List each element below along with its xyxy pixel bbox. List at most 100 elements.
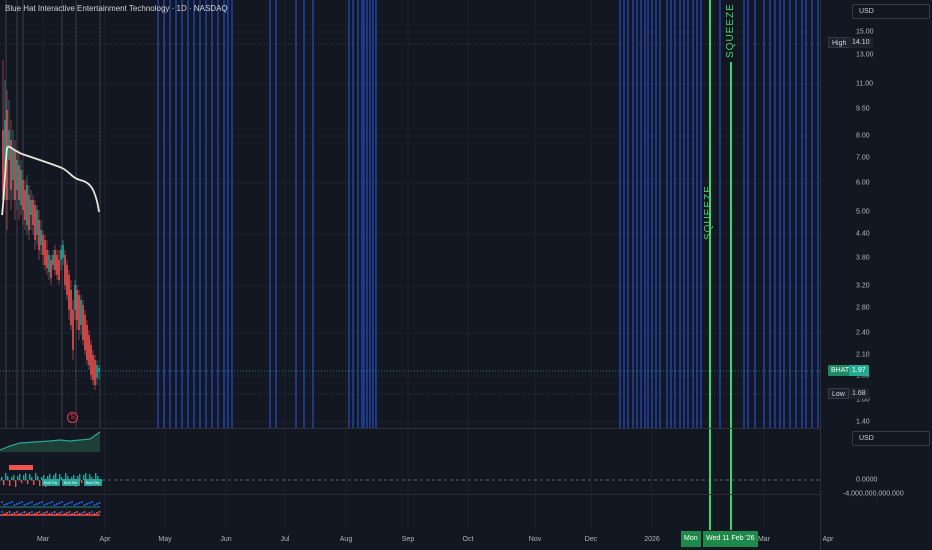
candle-body (64, 255, 66, 285)
indicator-dot (73, 504, 76, 506)
candle-body (88, 335, 90, 365)
histogram-bar (19, 474, 21, 480)
histogram-bar (37, 476, 39, 480)
indicator-dot (63, 504, 66, 506)
histogram-bar (11, 477, 13, 480)
indicator-dot (88, 512, 91, 514)
candle-body (84, 315, 86, 350)
histogram-bar (15, 480, 17, 487)
month-label: Jul (280, 536, 290, 543)
indicator-dot (78, 502, 81, 504)
price-tick: 9.50 (856, 105, 870, 113)
candle-body (24, 190, 26, 220)
indicator-dot (6, 512, 8, 514)
squeeze-label: SQUEEZE (703, 185, 714, 240)
squeeze-label: SQUEEZE (725, 3, 736, 58)
indicator-dot (13, 512, 16, 514)
candle-body (36, 210, 38, 235)
indicator-currency-selector[interactable]: USD (852, 431, 930, 446)
candle-body (52, 255, 54, 265)
candle-body (78, 295, 80, 330)
indicator-dot (53, 504, 56, 506)
candle-body (20, 170, 22, 205)
indicator-dot (93, 504, 96, 506)
price-tick: 8.00 (856, 132, 870, 140)
indicator-dot (61, 511, 63, 513)
month-label: Sep (401, 536, 415, 543)
low-label: Low (828, 388, 849, 399)
price-tick: 1.40 (856, 418, 870, 426)
month-label: Mar (757, 536, 771, 543)
candle-body (44, 240, 46, 265)
indicator-dot (43, 512, 46, 514)
indicator-dot (11, 501, 13, 503)
candle-body (28, 195, 30, 230)
candle-body (60, 250, 62, 260)
histogram-bar (81, 480, 83, 483)
price-tick: 6.00 (856, 179, 870, 187)
indicator-dot (66, 503, 68, 505)
histogram-bar (3, 480, 5, 485)
indicator-dot (13, 504, 16, 506)
histogram-bar (31, 477, 33, 480)
indicator-dot (21, 512, 23, 514)
chart-canvas[interactable] (0, 0, 932, 550)
candle-body (70, 290, 72, 325)
candle-body (96, 365, 98, 378)
candle-body (74, 285, 76, 310)
indicator-dot (56, 503, 58, 505)
month-label: Apr (99, 536, 111, 543)
indicator-area (0, 432, 100, 452)
histogram-bar (23, 475, 25, 480)
price-tick: 11.00 (856, 80, 873, 88)
candle-body (82, 305, 84, 340)
histogram-bar (29, 474, 31, 480)
indicator-dot (58, 512, 61, 514)
pane-separator[interactable] (0, 428, 820, 429)
candle-body (42, 235, 44, 255)
indicator-dot (31, 501, 33, 503)
dividend-marker[interactable]: S (67, 412, 78, 423)
indicator-dot (26, 503, 28, 505)
indicator-dot (91, 511, 93, 513)
indicator-dot (31, 511, 33, 513)
bull-div-badge: Bull Div (62, 479, 80, 486)
indicator-dot (28, 502, 31, 504)
indicator-dot (1, 501, 3, 503)
currency-selector[interactable]: USD (852, 4, 930, 19)
indicator-dot (71, 501, 73, 503)
price-tick: 15.00 (856, 28, 874, 36)
candle-body (26, 185, 28, 225)
indicator-dot (83, 511, 86, 513)
histogram-bar (13, 475, 15, 480)
indicator-dot (18, 502, 21, 504)
indicator-dot (83, 504, 86, 506)
histogram-bar (25, 473, 27, 480)
indicator-dot (76, 511, 78, 513)
chart-root[interactable]: Blue Hat Interactive Entertainment Techn… (0, 0, 932, 550)
indicator-dot (8, 502, 11, 504)
indicator-zero-value: 0.0000 (856, 476, 878, 484)
candle-body (72, 310, 74, 350)
month-label: Nov (528, 536, 542, 543)
indicator-neg-value: -4,000,000,000.000 (843, 490, 904, 498)
indicator-dot (28, 512, 31, 514)
indicator-dot (1, 511, 3, 513)
candle-body (38, 220, 40, 250)
histogram-bar (27, 480, 29, 484)
indicator-dot (68, 502, 71, 504)
indicator-dot (81, 512, 83, 514)
indicator-dot (23, 511, 26, 513)
month-label: Dec (584, 536, 598, 543)
month-label: Oct (462, 536, 474, 543)
price-axis[interactable] (820, 0, 932, 550)
indicator-dot (43, 504, 46, 506)
pane-separator[interactable] (0, 494, 820, 495)
price-tick: 4.40 (856, 230, 870, 238)
candle-body (58, 260, 60, 280)
histogram-bar (1, 477, 3, 480)
candle-body (68, 275, 70, 310)
indicator-dot (61, 501, 63, 503)
chart-title: Blue Hat Interactive Entertainment Techn… (5, 4, 228, 13)
candle-body (30, 200, 32, 215)
